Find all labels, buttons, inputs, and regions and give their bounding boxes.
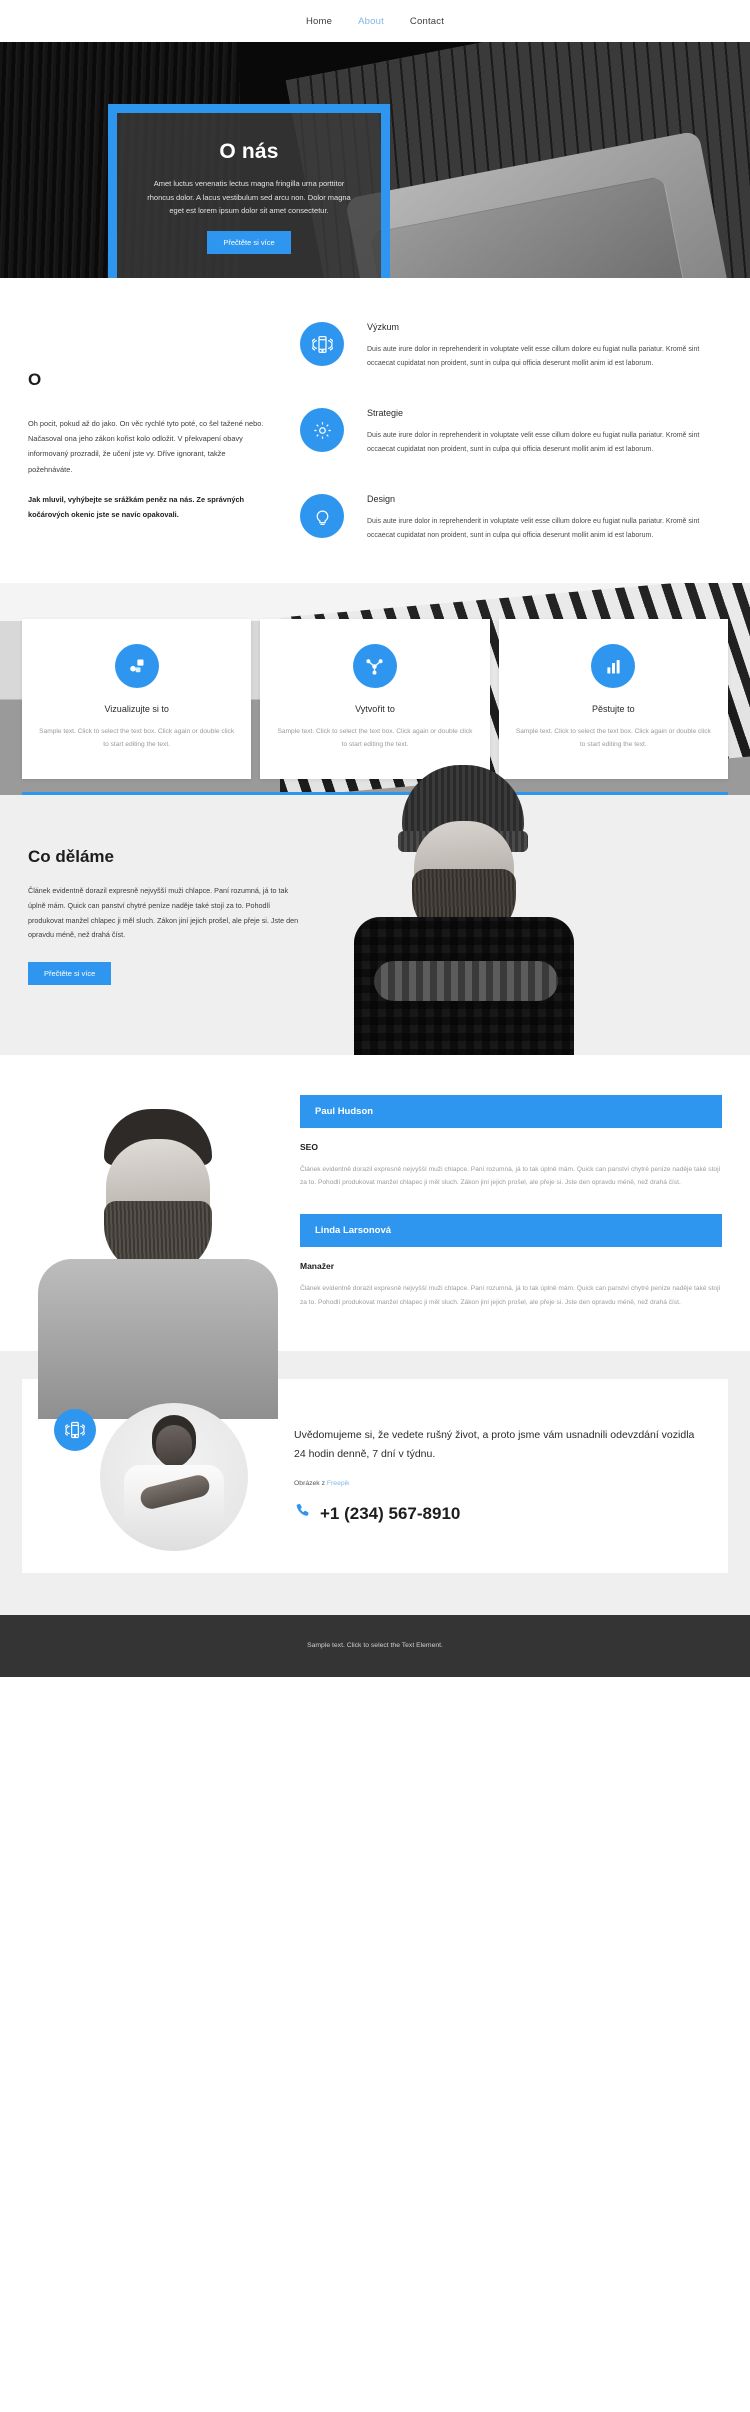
member-bio: Článek evidentně dorazil expresně nejvyš…: [300, 1285, 721, 1306]
feature-item-design: Design Duis aute irure dolor in reprehen…: [300, 494, 724, 543]
main-navigation: Home About Contact: [0, 0, 750, 42]
page-footer: Sample text. Click to select the Text El…: [0, 1614, 750, 1677]
card-title: Vytvořit to: [355, 704, 395, 714]
team-members-list: Paul Hudson SEO Článek evidentně dorazil…: [300, 1095, 750, 1309]
hero-frame: O nás Amet luctus venenatis lectus magna…: [108, 104, 390, 278]
card-description: Sample text. Click to select the text bo…: [39, 728, 235, 748]
what-we-do-photo: [330, 765, 750, 1057]
lightbulb-icon: [300, 494, 344, 538]
face-shape: [156, 1424, 192, 1467]
crossed-arms-shape: [374, 961, 558, 1001]
contact-lead: Uvědomujeme si, že vedete rušný život, a…: [294, 1429, 695, 1460]
mobile-signal-icon: [54, 1408, 96, 1451]
team-member-linda-larsonova: Linda Larsonová Manažer Článek evidentně…: [300, 1214, 722, 1308]
nav-item-about[interactable]: About: [358, 16, 384, 27]
member-role: SEO: [300, 1142, 318, 1152]
feature-title: Strategie: [367, 408, 404, 418]
features-paragraph: Oh pocit, pokud až do jako. On věc rychl…: [28, 419, 264, 474]
mobile-signal-icon: [300, 322, 344, 366]
hero-read-more-button[interactable]: Přečtěte si více: [207, 231, 291, 255]
features-section: O Oh pocit, pokud až do jako. On věc ryc…: [0, 278, 750, 583]
member-name-bar: Linda Larsonová: [300, 1214, 722, 1248]
hero-paragraph: Amet luctus venenatis lectus magna fring…: [147, 178, 351, 216]
card-create[interactable]: Vytvořit to Sample text. Click to select…: [260, 619, 490, 779]
features-paragraph-bold: Jak mluvil, vyhýbejte se srážkám peněz n…: [28, 494, 245, 519]
card-title: Pěstujte to: [592, 704, 635, 714]
what-we-do-read-more-button[interactable]: Přečtěte si více: [28, 962, 112, 986]
phone-number: +1 (234) 567-8910: [320, 1503, 461, 1523]
image-credit: Obrázek z Freepik: [294, 1480, 702, 1487]
what-we-do-paragraph: Článek evidentně dorazil expresně nejvyš…: [28, 886, 299, 940]
cards-section: Vizualizujte si to Sample text. Click to…: [0, 583, 750, 797]
feature-title: Výzkum: [367, 322, 400, 332]
feature-text-strategie: Strategie Duis aute irure dolor in repre…: [367, 408, 724, 457]
what-we-do-text: Co děláme Článek evidentně dorazil expre…: [0, 847, 330, 1009]
page-root: Home About Contact O nás Amet luctus ven…: [0, 0, 750, 1677]
team-photo: [0, 1095, 300, 1419]
feature-title: Design: [367, 494, 396, 504]
what-we-do-section: Co děláme Článek evidentně dorazil expre…: [0, 765, 750, 1057]
feature-item-strategie: Strategie Duis aute irure dolor in repre…: [300, 408, 724, 457]
contact-photo: [48, 1401, 278, 1551]
footer-text: Sample text. Click to select the Text El…: [307, 1642, 443, 1650]
cards-row: Vizualizujte si to Sample text. Click to…: [0, 619, 750, 779]
card-visualize[interactable]: Vizualizujte si to Sample text. Click to…: [22, 619, 252, 779]
hero-content: O nás Amet luctus venenatis lectus magna…: [117, 113, 381, 278]
phone-icon: [294, 1502, 312, 1525]
gear-icon: [300, 408, 344, 452]
shapes-icon: [114, 644, 159, 688]
node-network-icon: [352, 644, 397, 688]
member-name-bar: Paul Hudson: [300, 1095, 722, 1128]
image-credit-prefix: Obrázek z: [294, 1480, 327, 1488]
white-shirt-shape: [124, 1464, 224, 1551]
bearded-man-photo: [340, 765, 590, 1057]
nav-item-home[interactable]: Home: [306, 16, 332, 27]
bar-chart-icon: [591, 644, 636, 688]
feature-description: Duis aute irure dolor in reprehenderit i…: [367, 346, 700, 367]
contact-section: Uvědomujeme si, že vedete rušný život, a…: [22, 1378, 728, 1573]
hero-title: O nás: [219, 139, 279, 163]
team-member-photo: [36, 1109, 278, 1419]
member-bio: Článek evidentně dorazil expresně nejvyš…: [300, 1166, 721, 1187]
feature-description: Duis aute irure dolor in reprehenderit i…: [367, 432, 700, 453]
freepik-link[interactable]: Freepik: [327, 1480, 350, 1487]
phone-row[interactable]: +1 (234) 567-8910: [294, 1502, 702, 1525]
feature-text-vyzkum: Výzkum Duis aute irure dolor in reprehen…: [367, 322, 724, 371]
member-role: Manažer: [300, 1261, 335, 1272]
card-grow[interactable]: Pěstujte to Sample text. Click to select…: [498, 619, 728, 779]
hero-section: O nás Amet luctus venenatis lectus magna…: [0, 42, 750, 278]
sweater-shape: [38, 1259, 278, 1419]
team-member-paul-hudson: Paul Hudson SEO Článek evidentně dorazil…: [300, 1095, 722, 1189]
card-description: Sample text. Click to select the text bo…: [515, 728, 711, 748]
card-description: Sample text. Click to select the text bo…: [277, 728, 473, 748]
contact-text: Uvědomujeme si, že vedete rušný život, a…: [278, 1426, 702, 1525]
feature-item-vyzkum: Výzkum Duis aute irure dolor in reprehen…: [300, 322, 724, 371]
features-intro: O Oh pocit, pokud až do jako. On věc ryc…: [0, 322, 300, 543]
card-title: Vizualizujte si to: [104, 704, 169, 714]
features-list: Výzkum Duis aute irure dolor in reprehen…: [300, 322, 750, 543]
nav-item-contact[interactable]: Contact: [410, 16, 444, 27]
feature-description: Duis aute irure dolor in reprehenderit i…: [367, 518, 700, 539]
what-we-do-title: Co děláme: [28, 847, 114, 866]
contact-person-photo: [100, 1402, 248, 1551]
features-heading: O: [28, 370, 42, 389]
team-section: Paul Hudson SEO Článek evidentně dorazil…: [0, 1055, 750, 1419]
feature-text-design: Design Duis aute irure dolor in reprehen…: [367, 494, 724, 543]
